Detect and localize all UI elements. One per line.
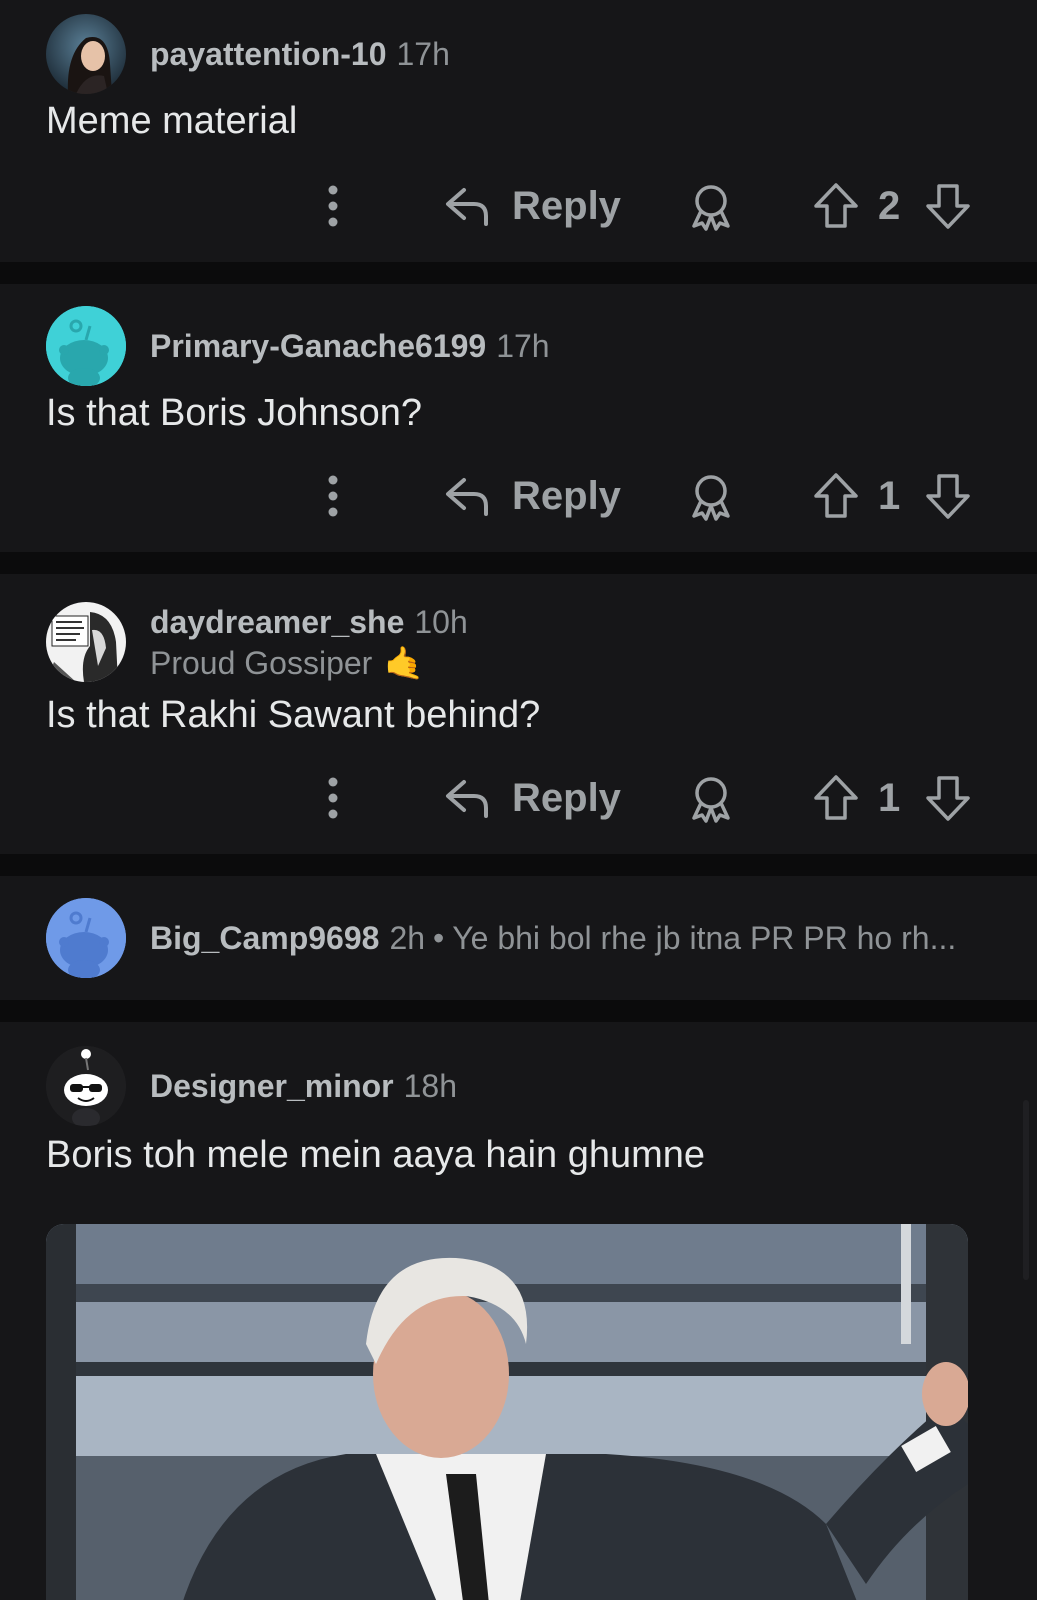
upvote-button[interactable] — [812, 774, 860, 822]
reply-button[interactable]: Reply — [444, 466, 621, 526]
scrollbar[interactable] — [1023, 1100, 1029, 1280]
timestamp: 17h — [496, 328, 550, 364]
snoo-avatar-icon — [46, 306, 126, 386]
username[interactable]: daydreamer_she — [150, 604, 404, 640]
reply-label: Reply — [512, 775, 621, 820]
timestamp: 10h — [414, 604, 468, 640]
upvote-arrow-icon — [814, 775, 858, 820]
comment-body: Boris toh mele mein aaya hain ghumne — [46, 1134, 706, 1176]
comment-card: Designer_minor 18h Boris toh mele mein aa… — [0, 1022, 1037, 1600]
reply-label: Reply — [512, 183, 621, 228]
comment-actions: Reply 2 — [0, 176, 1037, 236]
comment-meta: daydreamer_she 10h — [150, 604, 468, 641]
reply-arrow-icon — [446, 780, 488, 818]
upvote-button[interactable] — [812, 472, 860, 520]
comment-meta: Big_Camp9698 2h • Ye bhi bol rhe jb itna PR… — [150, 920, 956, 957]
avatar[interactable] — [46, 602, 126, 682]
comment-body: Is that Rakhi Sawant behind? — [46, 694, 541, 736]
reply-arrow-icon — [446, 478, 488, 516]
more-vertical-icon — [328, 777, 338, 819]
avatar[interactable] — [46, 14, 126, 94]
award-button[interactable] — [686, 472, 736, 522]
more-options-button[interactable] — [318, 466, 348, 526]
reply-label: Reply — [512, 473, 621, 518]
upvote-arrow-icon — [814, 473, 858, 518]
comment-card: Primary-Ganache6199 17h Is that Boris Joh… — [0, 284, 1037, 552]
gif-image — [46, 1224, 968, 1600]
downvote-button[interactable] — [924, 182, 972, 230]
downvote-arrow-icon — [926, 474, 970, 519]
downvote-arrow-icon — [926, 184, 970, 229]
avatar[interactable] — [46, 306, 126, 386]
username[interactable]: Primary-Ganache6199 — [150, 328, 486, 364]
award-button[interactable] — [686, 774, 736, 824]
user-flair: Proud Gossiper 🤙 — [150, 644, 424, 682]
more-options-button[interactable] — [318, 176, 348, 236]
reply-button[interactable]: Reply — [444, 176, 621, 236]
comment-card: daydreamer_she 10h Proud Gossiper 🤙 Is tha… — [0, 574, 1037, 854]
collapsed-preview-text: Ye bhi bol rhe jb itna PR PR ho rh... — [452, 920, 957, 956]
comment-actions: Reply 1 — [0, 466, 1037, 526]
comment-body: Meme material — [46, 100, 298, 142]
reply-button[interactable]: Reply — [444, 768, 621, 828]
gif-attachment[interactable] — [46, 1224, 968, 1600]
comment-actions: Reply 1 — [0, 768, 1037, 828]
award-icon — [692, 185, 730, 231]
downvote-button[interactable] — [924, 774, 972, 822]
avatar[interactable] — [46, 898, 126, 978]
award-icon — [692, 777, 730, 823]
comment-card: payattention-10 17h Meme material Reply — [0, 0, 1037, 262]
comment-meta: payattention-10 17h — [150, 36, 450, 73]
vote-score: 1 — [878, 776, 901, 820]
vote-score: 2 — [878, 184, 901, 228]
downvote-button[interactable] — [924, 472, 972, 520]
comment-meta: Designer_minor 18h — [150, 1068, 457, 1105]
separator-dot: • — [433, 920, 445, 956]
username[interactable]: Designer_minor — [150, 1068, 394, 1104]
call-me-hand-icon: 🤙 — [384, 645, 425, 681]
collapsed-comment[interactable]: Big_Camp9698 2h • Ye bhi bol rhe jb itna PR… — [0, 876, 1037, 1000]
more-options-button[interactable] — [318, 768, 348, 828]
username[interactable]: Big_Camp9698 — [150, 920, 379, 956]
upvote-button[interactable] — [812, 182, 860, 230]
username[interactable]: payattention-10 — [150, 36, 386, 72]
award-icon — [692, 475, 730, 521]
avatar[interactable] — [46, 1046, 126, 1126]
comment-feed: payattention-10 17h Meme material Reply — [0, 0, 1037, 1600]
downvote-arrow-icon — [926, 776, 970, 821]
comment-body: Is that Boris Johnson? — [46, 392, 422, 434]
vote-score: 1 — [878, 474, 901, 518]
reply-arrow-icon — [446, 188, 488, 226]
timestamp: 18h — [403, 1068, 458, 1104]
timestamp: 17h — [396, 36, 450, 72]
timestamp: 2h — [389, 920, 426, 956]
snoo-avatar-icon — [46, 898, 126, 978]
more-vertical-icon — [328, 185, 338, 227]
upvote-arrow-icon — [814, 183, 858, 228]
more-vertical-icon — [328, 475, 338, 517]
comment-meta: Primary-Ganache6199 17h — [150, 328, 550, 365]
award-button[interactable] — [686, 182, 736, 232]
flair-text: Proud Gossiper — [150, 645, 373, 681]
